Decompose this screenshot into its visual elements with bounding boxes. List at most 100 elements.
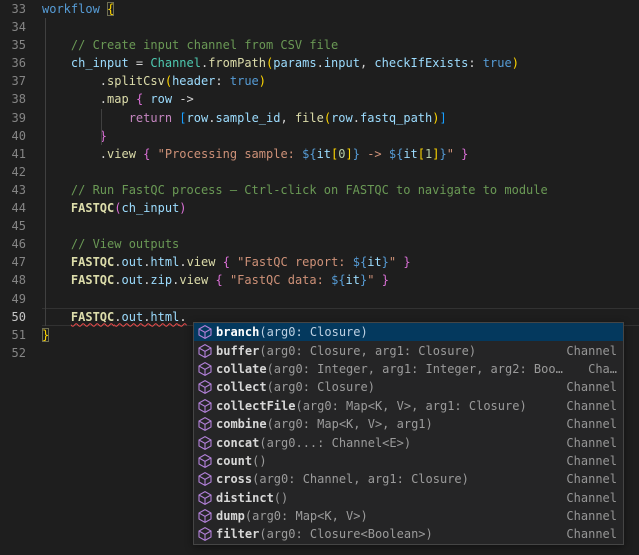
code-line-43[interactable]: // Run FastQC process – Ctrl-click on FA… [42,181,639,199]
code-token: input [324,56,360,70]
code-token: row [187,111,209,125]
code-token [100,2,107,16]
line-number-35[interactable]: 35 [0,36,42,54]
line-number-44[interactable]: 44 [0,199,42,217]
code-token: } [454,147,468,161]
matched-bracket: { [107,2,114,16]
line-number-40[interactable]: 40 [0,127,42,145]
code-token: fromPath [208,56,266,70]
suggestion-label: concat [216,436,259,450]
line-number-47[interactable]: 47 [0,253,42,271]
method-cube-icon [197,526,213,542]
suggestion-collectFile[interactable]: collectFile(arg0: Map<K, V>, arg1: Closu… [194,397,623,415]
code-token: view [187,255,216,269]
line-number-49[interactable]: 49 [0,290,42,308]
code-token [42,147,100,161]
code-token: { [223,255,237,269]
code-line-34[interactable] [42,18,639,36]
code-token: } [353,147,360,161]
code-line-33[interactable]: workflow { [42,0,639,18]
suggestion-combine[interactable]: combine(arg0: Map<K, V>, arg1)Channel [194,415,623,433]
code-line-45[interactable] [42,217,639,235]
suggestion-label: collectFile [216,399,295,413]
line-number-45[interactable]: 45 [0,217,42,235]
code-token: } [439,147,446,161]
code-line-37[interactable]: .splitCsv(header: true) [42,72,639,90]
suggestion-cross[interactable]: cross(arg0: Channel, arg1: Closure)Chann… [194,470,623,488]
code-token: . [317,56,324,70]
method-cube-icon [197,343,213,359]
suggestion-dump[interactable]: dump(arg0: Map<K, V>)Channel [194,507,623,525]
suggestion-count[interactable]: count()Channel [194,452,623,470]
line-number-36[interactable]: 36 [0,54,42,72]
method-cube-icon [197,471,213,487]
suggestion-collate[interactable]: collate(arg0: Integer, arg1: Integer, ar… [194,360,623,378]
suggestion-collect[interactable]: collect(arg0: Closure)Channel [194,378,623,396]
method-cube-icon [197,508,213,524]
suggestion-branch[interactable]: branch(arg0: Closure) [194,323,623,341]
code-token: workflow [42,2,100,16]
code-line-47[interactable]: FASTQC.out.html.view { "FastQC report: $… [42,253,639,271]
code-token [42,183,71,197]
code-line-35[interactable]: // Create input channel from CSV file [42,36,639,54]
suggestion-label: buffer [216,344,259,358]
code-token [129,92,136,106]
line-number-46[interactable]: 46 [0,235,42,253]
code-token [42,310,71,324]
suggestion-label: distinct [216,491,274,505]
line-number-34[interactable]: 34 [0,18,42,36]
line-number-51[interactable]: 51 [0,326,42,344]
suggestion-signature: (arg0: Closure) [259,325,367,339]
code-line-40[interactable]: } [42,127,639,145]
code-line-39[interactable]: return [row.sample_id, file(row.fastq_pa… [42,109,639,127]
code-token: { [215,273,229,287]
code-token: , [280,111,294,125]
code-token: FASTQC [71,201,114,215]
line-number-41[interactable]: 41 [0,145,42,163]
code-token: ] [439,111,446,125]
code-token: -> [360,147,389,161]
method-cube-icon [197,490,213,506]
line-number-48[interactable]: 48 [0,271,42,289]
code-token: ${ [389,147,403,161]
line-number-42[interactable]: 42 [0,163,42,181]
code-token: ${ [302,147,316,161]
line-number-43[interactable]: 43 [0,181,42,199]
suggestion-buffer[interactable]: buffer(arg0: Closure, arg1: Closure)Chan… [194,341,623,359]
suggestion-detail: Channel [556,380,617,394]
code-token: . [100,147,107,161]
code-token: header [172,74,215,88]
suggestion-filter[interactable]: filter(arg0: Closure<Boolean>)Channel [194,525,623,543]
code-token: it [367,255,381,269]
line-number-37[interactable]: 37 [0,72,42,90]
code-line-36[interactable]: ch_input = Channel.fromPath(params.input… [42,54,639,72]
suggestion-signature: (arg0...: Channel<E>) [259,436,411,450]
code-line-46[interactable]: // View outputs [42,235,639,253]
suggestion-signature: (arg0: Map<K, V>, arg1) [267,417,433,431]
indent-guide [101,109,102,145]
code-token: view [179,273,208,287]
line-number-50[interactable]: 50 [0,308,42,326]
suggestion-label: dump [216,509,245,523]
suggestion-concat[interactable]: concat(arg0...: Channel<E>)Channel [194,433,623,451]
suggestion-label: branch [216,325,259,339]
code-line-38[interactable]: .map { row -> [42,90,639,108]
code-token: . [179,310,186,324]
code-token: return [129,111,172,125]
code-token: [ [179,111,186,125]
suggestion-signature: (arg0: Integer, arg1: Integer, arg2: Boo… [267,362,563,376]
code-line-41[interactable]: .view { "Processing sample: ${it[0]} -> … [42,145,639,163]
line-number-38[interactable]: 38 [0,90,42,108]
suggestion-distinct[interactable]: distinct()Channel [194,489,623,507]
code-editor[interactable]: 3334353637383940414243444546474849505152… [0,0,639,555]
code-token: ) [259,74,266,88]
code-line-49[interactable] [42,290,639,308]
code-line-48[interactable]: FASTQC.out.zip.view { "FastQC data: ${it… [42,271,639,289]
code-line-42[interactable] [42,163,639,181]
line-number-39[interactable]: 39 [0,109,42,127]
code-line-44[interactable]: FASTQC(ch_input) [42,199,639,217]
line-number-52[interactable]: 52 [0,344,42,362]
error-squiggle: FASTQC.out.html. [71,310,187,324]
code-token: out [122,255,144,269]
line-number-33[interactable]: 33 [0,0,42,18]
